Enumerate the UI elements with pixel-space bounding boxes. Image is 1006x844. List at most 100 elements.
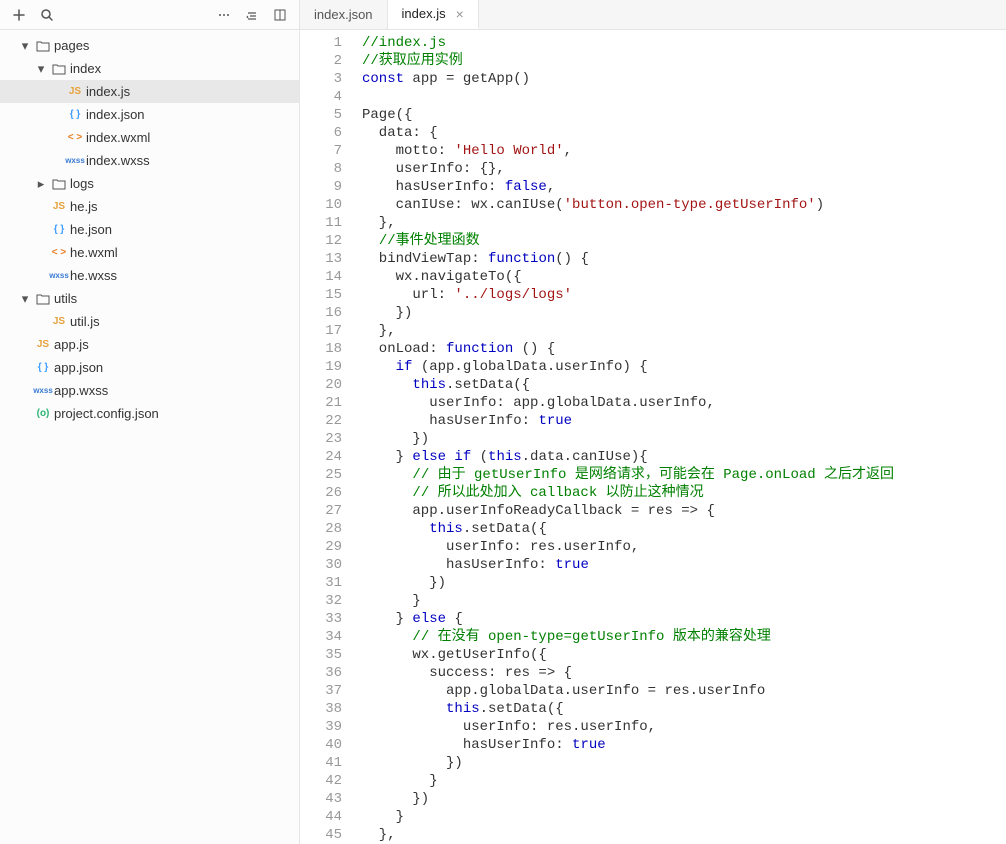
code-line[interactable]: const app = getApp() bbox=[362, 70, 1006, 88]
split-button[interactable] bbox=[267, 4, 293, 26]
code-line[interactable]: } else { bbox=[362, 610, 1006, 628]
file-indexwxml[interactable]: < >index.wxml bbox=[0, 126, 299, 149]
code-line[interactable]: } else if (this.data.canIUse){ bbox=[362, 448, 1006, 466]
tree-item-label: pages bbox=[54, 38, 89, 53]
tab-tab-indexjson[interactable]: index.json bbox=[300, 0, 388, 29]
code-editor[interactable]: 1234567891011121314151617181920212223242… bbox=[300, 30, 1006, 844]
code-line[interactable]: // 在没有 open-type=getUserInfo 版本的兼容处理 bbox=[362, 628, 1006, 646]
twisty-icon: ▸ bbox=[34, 176, 48, 192]
code-line[interactable]: //事件处理函数 bbox=[362, 232, 1006, 250]
file-hewxss[interactable]: wxsshe.wxss bbox=[0, 264, 299, 287]
config-icon: (o) bbox=[32, 408, 54, 419]
line-number: 25 bbox=[300, 466, 342, 484]
tab-tab-indexjs[interactable]: index.js× bbox=[388, 0, 479, 29]
line-number: 14 bbox=[300, 268, 342, 286]
code-line[interactable]: // 所以此处加入 callback 以防止这种情况 bbox=[362, 484, 1006, 502]
code-line[interactable]: bindViewTap: function() { bbox=[362, 250, 1006, 268]
folder-pages[interactable]: ▾pages bbox=[0, 34, 299, 57]
line-number: 7 bbox=[300, 142, 342, 160]
line-number: 5 bbox=[300, 106, 342, 124]
code-line[interactable]: hasUserInfo: true bbox=[362, 736, 1006, 754]
code-line[interactable]: userInfo: res.userInfo, bbox=[362, 718, 1006, 736]
file-utiljs[interactable]: JSutil.js bbox=[0, 310, 299, 333]
line-number: 1 bbox=[300, 34, 342, 52]
code-line[interactable]: userInfo: {}, bbox=[362, 160, 1006, 178]
code-line[interactable]: userInfo: res.userInfo, bbox=[362, 538, 1006, 556]
folder-utils[interactable]: ▾utils bbox=[0, 287, 299, 310]
code-line[interactable]: success: res => { bbox=[362, 664, 1006, 682]
sidebar: ▾pages▾indexJSindex.js{ }index.json< >in… bbox=[0, 0, 300, 844]
tree-item-label: index.js bbox=[86, 84, 130, 99]
code-line[interactable]: }) bbox=[362, 304, 1006, 322]
line-number: 22 bbox=[300, 412, 342, 430]
tree-item-label: logs bbox=[70, 176, 94, 191]
code-line[interactable]: this.setData({ bbox=[362, 376, 1006, 394]
file-hejson[interactable]: { }he.json bbox=[0, 218, 299, 241]
code-line[interactable]: this.setData({ bbox=[362, 700, 1006, 718]
file-indexjson[interactable]: { }index.json bbox=[0, 103, 299, 126]
code-line[interactable]: }, bbox=[362, 322, 1006, 340]
line-number: 16 bbox=[300, 304, 342, 322]
folder-index[interactable]: ▾index bbox=[0, 57, 299, 80]
file-appjson[interactable]: { }app.json bbox=[0, 356, 299, 379]
twisty-icon: ▾ bbox=[34, 61, 48, 77]
code-line[interactable]: }) bbox=[362, 430, 1006, 448]
line-number: 41 bbox=[300, 754, 342, 772]
js-icon: JS bbox=[64, 86, 86, 97]
code-line[interactable]: motto: 'Hello World', bbox=[362, 142, 1006, 160]
code-line[interactable]: hasUserInfo: true bbox=[362, 412, 1006, 430]
code-line[interactable]: }, bbox=[362, 826, 1006, 844]
line-number: 38 bbox=[300, 700, 342, 718]
code-line[interactable]: userInfo: app.globalData.userInfo, bbox=[362, 394, 1006, 412]
code-line[interactable]: //index.js bbox=[362, 34, 1006, 52]
code-line[interactable]: } bbox=[362, 592, 1006, 610]
wxml-icon: < > bbox=[64, 132, 86, 143]
json-icon: { } bbox=[64, 109, 86, 120]
code-line[interactable]: if (app.globalData.userInfo) { bbox=[362, 358, 1006, 376]
code-line[interactable]: }) bbox=[362, 574, 1006, 592]
code-line[interactable]: }, bbox=[362, 214, 1006, 232]
collapse-button[interactable] bbox=[239, 4, 265, 26]
code-line[interactable]: //获取应用实例 bbox=[362, 52, 1006, 70]
json-icon: { } bbox=[32, 362, 54, 373]
file-appjs[interactable]: JSapp.js bbox=[0, 333, 299, 356]
code-line[interactable]: wx.navigateTo({ bbox=[362, 268, 1006, 286]
code-line[interactable]: } bbox=[362, 772, 1006, 790]
file-indexwxss[interactable]: wxssindex.wxss bbox=[0, 149, 299, 172]
folder-icon bbox=[48, 177, 70, 191]
wxss-icon: wxss bbox=[32, 386, 54, 395]
close-icon[interactable]: × bbox=[456, 6, 464, 22]
code-content[interactable]: //index.js//获取应用实例const app = getApp() Pa… bbox=[356, 30, 1006, 844]
line-number: 39 bbox=[300, 718, 342, 736]
code-line[interactable]: data: { bbox=[362, 124, 1006, 142]
code-line[interactable]: app.globalData.userInfo = res.userInfo bbox=[362, 682, 1006, 700]
file-indexjs[interactable]: JSindex.js bbox=[0, 80, 299, 103]
code-line[interactable]: app.userInfoReadyCallback = res => { bbox=[362, 502, 1006, 520]
line-number: 30 bbox=[300, 556, 342, 574]
code-line[interactable]: }) bbox=[362, 754, 1006, 772]
new-file-button[interactable] bbox=[6, 4, 32, 26]
search-button[interactable] bbox=[34, 4, 60, 26]
file-pconfig[interactable]: (o)project.config.json bbox=[0, 402, 299, 425]
code-line[interactable]: hasUserInfo: true bbox=[362, 556, 1006, 574]
line-number: 3 bbox=[300, 70, 342, 88]
code-line[interactable]: hasUserInfo: false, bbox=[362, 178, 1006, 196]
folder-logs[interactable]: ▸ logs bbox=[0, 172, 299, 195]
code-line[interactable]: }) bbox=[362, 790, 1006, 808]
code-line[interactable]: canIUse: wx.canIUse('button.open-type.ge… bbox=[362, 196, 1006, 214]
tab-label: index.json bbox=[314, 7, 373, 22]
file-hejs[interactable]: JShe.js bbox=[0, 195, 299, 218]
wxss-icon: wxss bbox=[64, 156, 86, 165]
code-line[interactable]: } bbox=[362, 808, 1006, 826]
file-hewxml[interactable]: < >he.wxml bbox=[0, 241, 299, 264]
code-line[interactable]: Page({ bbox=[362, 106, 1006, 124]
code-line[interactable] bbox=[362, 88, 1006, 106]
code-line[interactable]: url: '../logs/logs' bbox=[362, 286, 1006, 304]
code-line[interactable]: wx.getUserInfo({ bbox=[362, 646, 1006, 664]
code-line[interactable]: // 由于 getUserInfo 是网络请求，可能会在 Page.onLoad… bbox=[362, 466, 1006, 484]
more-button[interactable] bbox=[211, 4, 237, 26]
tree-item-label: he.js bbox=[70, 199, 97, 214]
code-line[interactable]: onLoad: function () { bbox=[362, 340, 1006, 358]
code-line[interactable]: this.setData({ bbox=[362, 520, 1006, 538]
file-appwxss[interactable]: wxssapp.wxss bbox=[0, 379, 299, 402]
